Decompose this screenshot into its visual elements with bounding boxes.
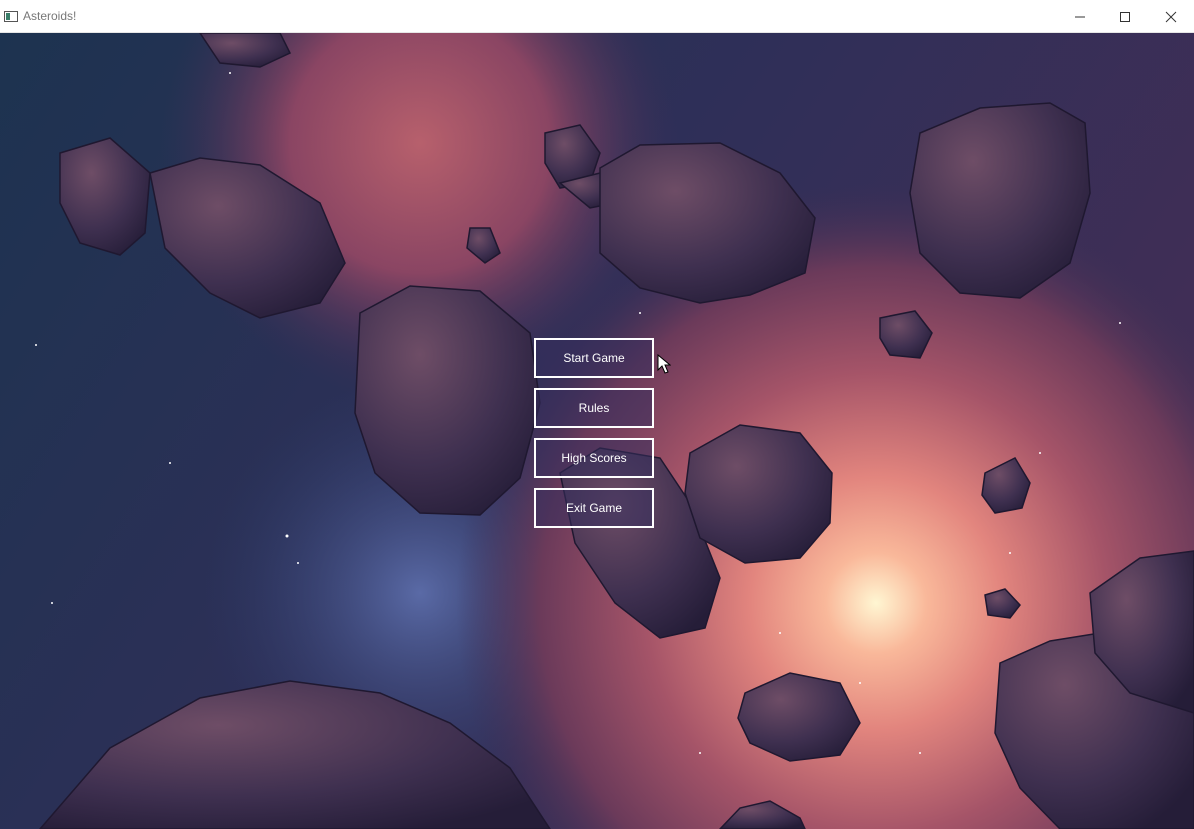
space-background bbox=[0, 33, 1194, 829]
maximize-icon bbox=[1120, 12, 1130, 22]
mouse-cursor-icon bbox=[657, 354, 671, 374]
minimize-icon bbox=[1075, 16, 1085, 18]
game-canvas[interactable]: Start Game Rules High Scores Exit Game bbox=[0, 33, 1194, 829]
maximize-button[interactable] bbox=[1102, 0, 1148, 33]
start-game-button[interactable]: Start Game bbox=[534, 338, 654, 378]
app-icon bbox=[4, 11, 18, 22]
window-titlebar: Asteroids! bbox=[0, 0, 1194, 33]
close-icon bbox=[1165, 11, 1177, 23]
minimize-button[interactable] bbox=[1057, 0, 1103, 33]
exit-game-button[interactable]: Exit Game bbox=[534, 488, 654, 528]
rules-button[interactable]: Rules bbox=[534, 388, 654, 428]
window-title: Asteroids! bbox=[23, 9, 77, 23]
high-scores-button[interactable]: High Scores bbox=[534, 438, 654, 478]
close-button[interactable] bbox=[1148, 0, 1194, 33]
